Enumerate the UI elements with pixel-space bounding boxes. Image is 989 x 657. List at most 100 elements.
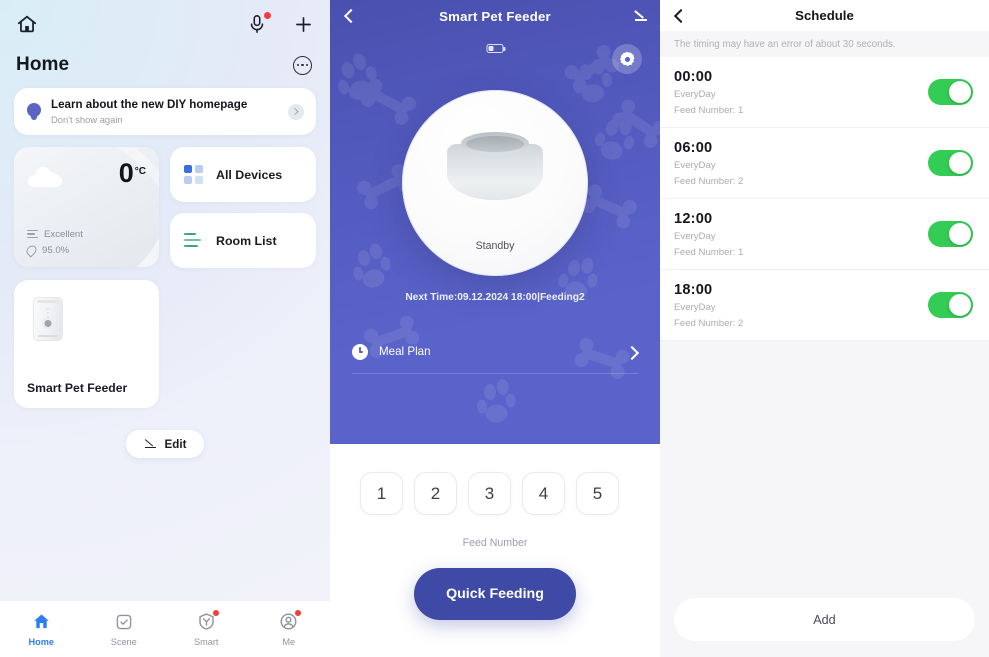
page-title: Home [16,54,70,75]
next-feeding-time: Next Time:09.12.2024 18:00|Feeding2 [405,292,585,303]
notification-badge [264,12,271,19]
notification-badge [295,610,302,616]
schedule-list: 00:00 EveryDay Feed Number: 1 06:00 Ever… [660,57,989,341]
temperature-value: 0 [118,158,134,188]
tab-home[interactable]: Home [0,601,83,657]
three-panel-screenshot: Home Learn about the new DIY homepage Do… [0,0,989,657]
feed-number-caption: Feed Number [462,537,528,549]
schedule-row[interactable]: 00:00 EveryDay Feed Number: 1 [660,57,989,128]
air-quality-value: Excellent [44,229,83,240]
bottom-tab-bar: Home Scene Smart Me [0,600,330,657]
profile-icon [278,610,302,632]
schedule-row[interactable]: 18:00 EveryDay Feed Number: 2 [660,270,989,341]
more-dots-icon[interactable] [293,55,312,75]
tab-me-label: Me [282,637,296,647]
schedule-toggle[interactable] [928,221,973,247]
add-schedule-button[interactable]: Add [674,598,975,641]
pet-feeder-icon [33,297,63,341]
home-top-actions [244,11,316,37]
schedule-time: 00:00 [674,69,713,85]
tab-scene[interactable]: Scene [83,601,166,657]
dot [305,63,308,67]
grid-icon [184,165,203,184]
feed-number-option-1[interactable]: 1 [360,472,403,515]
microphone-icon[interactable] [244,11,271,37]
tab-home-label: Home [28,637,55,647]
schedule-feed-number: Feed Number: 1 [674,105,744,116]
notification-badge [212,610,219,616]
air-quality-row: Excellent [27,229,83,240]
device-title: Smart Pet Feeder [439,8,551,24]
smart-shield-icon [196,610,219,632]
plus-icon[interactable] [290,11,316,37]
battery-icon [486,44,506,53]
diy-banner-texts: Learn about the new DIY homepage Don't s… [51,98,288,126]
schedule-toggle[interactable] [928,79,973,105]
room-list-label: Room List [216,233,277,248]
feed-number-option-4[interactable]: 4 [522,472,565,515]
feed-number-option-2[interactable]: 2 [414,472,457,515]
pencil-icon [144,438,157,451]
tab-scene-label: Scene [110,637,137,647]
diy-banner[interactable]: Learn about the new DIY homepage Don't s… [14,88,316,135]
tab-me[interactable]: Me [248,601,331,657]
shortcut-column: All Devices Room List [170,147,316,268]
temperature-readout: 0 °C [119,160,146,187]
feed-number-option-5[interactable]: 5 [576,472,619,515]
home-title-row: Home [0,48,330,86]
diy-banner-subtitle[interactable]: Don't show again [51,113,288,126]
tab-smart[interactable]: Smart [165,601,248,657]
schedule-row[interactable]: 12:00 EveryDay Feed Number: 1 [660,199,989,270]
temperature-unit: °C [134,166,146,177]
weather-metrics: Excellent 95.0% [24,224,83,258]
home-top-bar [0,0,330,48]
schedule-top-bar: Schedule [660,0,989,31]
device-hero: Smart Pet Feeder Standby Next Time:09.12… [330,0,660,444]
all-devices-button[interactable]: All Devices [170,147,316,202]
schedule-feed-number: Feed Number: 2 [674,176,744,187]
cloud-icon [28,167,62,187]
device-status-text: Standby [475,240,515,252]
chevron-right-icon [626,346,638,358]
room-list-button[interactable]: Room List [170,213,316,268]
device-top-bar: Smart Pet Feeder [330,0,660,32]
add-button-wrap: Add [674,598,975,641]
quick-feeding-button[interactable]: Quick Feeding [414,568,576,620]
pencil-icon[interactable] [634,9,648,23]
humidity-row: 95.0% [24,243,83,258]
chevron-right-icon[interactable] [288,103,304,120]
device-card-smart-pet-feeder[interactable]: Smart Pet Feeder [14,280,159,408]
schedule-toggle[interactable] [928,150,973,176]
quick-feeding-wrap: Quick Feeding [330,568,660,620]
diy-banner-title: Learn about the new DIY homepage [51,97,248,111]
list-icon [184,232,203,249]
settings-gear-button[interactable] [612,44,642,74]
feed-number-selector: 1 2 3 4 5 [330,444,660,515]
humidity-drop-icon [24,243,39,258]
schedule-row[interactable]: 06:00 EveryDay Feed Number: 2 [660,128,989,199]
edit-button[interactable]: Edit [125,430,205,458]
back-chevron-icon[interactable] [342,9,356,23]
edit-button-label: Edit [164,437,187,451]
all-devices-label: All Devices [216,167,283,182]
pet-bowl-illustration [441,130,549,200]
humidity-value: 95.0% [42,245,70,256]
schedule-time: 18:00 [674,282,713,298]
weather-card[interactable]: 0 °C Excellent 95.0% [14,147,159,267]
schedule-toggle[interactable] [928,292,973,318]
schedule-feed-number: Feed Number: 1 [674,247,744,258]
meal-plan-row[interactable]: Meal Plan [352,330,638,374]
schedule-note: The timing may have an error of about 30… [660,31,989,57]
feed-number-option-3[interactable]: 3 [468,472,511,515]
home-icon[interactable] [14,11,40,37]
schedule-feed-number: Feed Number: 2 [674,318,744,329]
schedule-panel: Schedule The timing may have an error of… [660,0,989,657]
home-screen-panel: Home Learn about the new DIY homepage Do… [0,0,330,657]
device-status-dial[interactable]: Standby [402,90,588,276]
schedule-time: 12:00 [674,211,713,227]
schedule-title: Schedule [795,8,854,23]
device-card-name: Smart Pet Feeder [27,381,128,395]
dot [297,63,300,67]
clock-icon [352,343,368,360]
device-detail-panel: Smart Pet Feeder Standby Next Time:09.12… [330,0,660,657]
